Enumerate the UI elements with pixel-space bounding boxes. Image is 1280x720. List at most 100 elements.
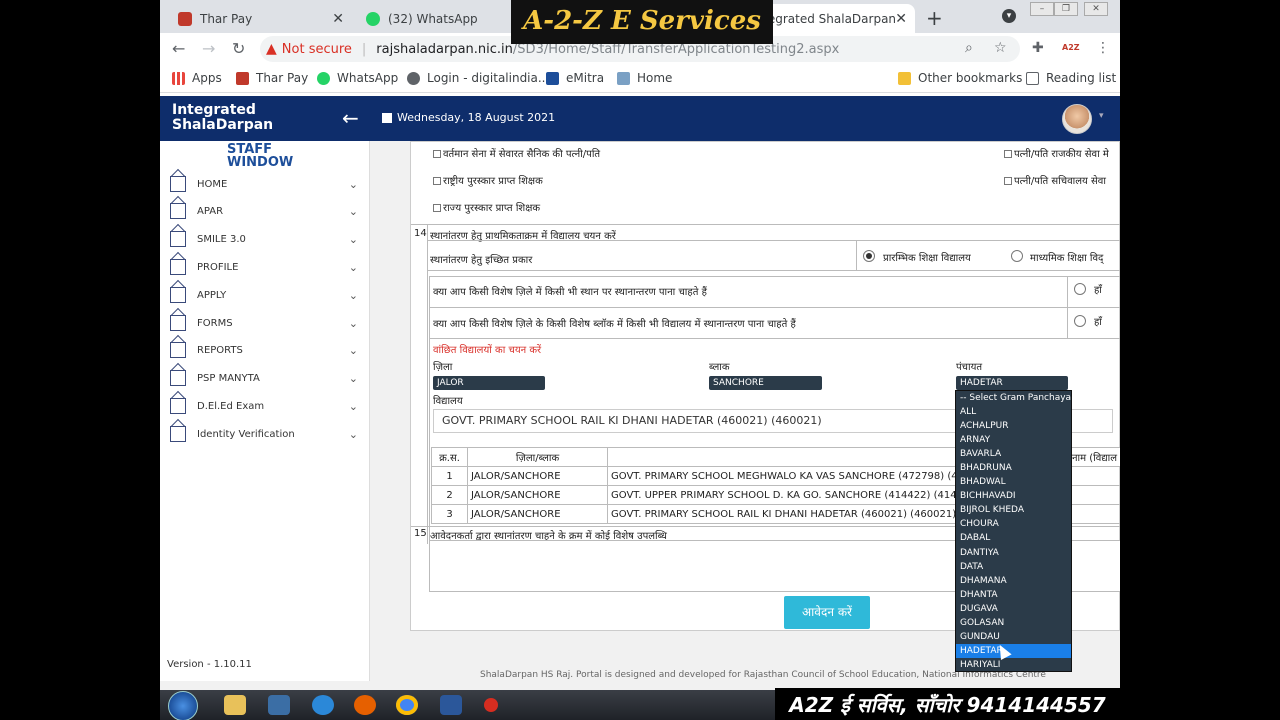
- internet-explorer-icon[interactable]: [312, 695, 334, 715]
- check-national-award[interactable]: राष्ट्रीय पुरस्कार प्राप्त शिक्षक: [433, 173, 543, 187]
- col-district-block: ज़िला/ब्लाक: [467, 447, 608, 467]
- bookmark-digitalindia[interactable]: Login - digitalindia...: [407, 71, 549, 85]
- calendar-icon: [382, 112, 392, 123]
- dropdown-option[interactable]: BIJROL KHEDA: [956, 503, 1071, 517]
- radio-primary-school[interactable]: [863, 250, 875, 262]
- sidebar-item-smile[interactable]: SMILE 3.0 ⌄: [170, 228, 358, 250]
- tab-whatsapp[interactable]: (32) WhatsApp: [356, 4, 532, 33]
- divider: [429, 276, 1120, 277]
- home-icon: [170, 176, 186, 192]
- radio-yes-q2[interactable]: [1074, 315, 1086, 327]
- question-any-location: क्या आप किसी विशेष ज़िले में किसी भी स्थ…: [433, 287, 707, 298]
- header-date: Wednesday, 18 August 2021: [382, 111, 555, 124]
- checkbox[interactable]: [1004, 150, 1012, 158]
- apply-submit-button[interactable]: आवेदन करें: [784, 596, 870, 629]
- dropdown-option[interactable]: ARNAY: [956, 433, 1071, 447]
- dropdown-option[interactable]: BAVARLA: [956, 447, 1071, 461]
- back-icon[interactable]: ←: [172, 39, 185, 58]
- recorder-icon[interactable]: [484, 698, 498, 712]
- start-button-icon[interactable]: [168, 691, 198, 720]
- warning-icon: ▲: [266, 41, 277, 57]
- close-window-icon[interactable]: ✕: [1084, 2, 1108, 16]
- close-tab-icon[interactable]: ✕: [895, 11, 907, 27]
- user-avatar[interactable]: [1062, 104, 1092, 134]
- sidebar-item-deled-exam[interactable]: D.El.Ed Exam ⌄: [170, 395, 358, 417]
- firefox-icon[interactable]: [354, 695, 376, 715]
- reading-list[interactable]: Reading list: [1026, 71, 1116, 85]
- chrome-menu-icon[interactable]: ⋮: [1096, 40, 1110, 56]
- dropdown-option[interactable]: BHADWAL: [956, 475, 1071, 489]
- block-select[interactable]: SANCHORE: [709, 376, 822, 390]
- bookmark-home[interactable]: Home: [617, 71, 672, 85]
- tab-search-icon[interactable]: ▾: [1002, 9, 1016, 23]
- chevron-down-icon[interactable]: ▾: [1099, 111, 1104, 121]
- sidebar-item-identity-verification[interactable]: Identity Verification ⌄: [170, 423, 358, 445]
- file-explorer-icon[interactable]: [224, 695, 246, 715]
- dropdown-option[interactable]: GUNDAU: [956, 630, 1071, 644]
- a2z-extension-icon[interactable]: A2Z: [1062, 43, 1080, 52]
- check-army-spouse[interactable]: वर्तमान सेना में सेवारत सैनिक की पत्नी/प…: [433, 146, 600, 160]
- forward-icon[interactable]: →: [202, 39, 215, 58]
- chevron-down-icon: ⌄: [348, 427, 358, 441]
- tab-title: Thar Pay: [200, 11, 253, 26]
- dropdown-option[interactable]: CHOURA: [956, 517, 1071, 531]
- dropdown-option[interactable]: GOLASAN: [956, 616, 1071, 630]
- dropdown-option-selected[interactable]: HADETAR: [956, 643, 1071, 658]
- tab-thar-pay[interactable]: Thar Pay ✕: [168, 4, 352, 33]
- check-spouse-state-service[interactable]: पत्नी/पति राजकीय सेवा मे: [1004, 146, 1109, 160]
- bookmark-apps[interactable]: Apps: [172, 71, 222, 85]
- sidebar-item-home[interactable]: HOME ⌄: [170, 173, 358, 195]
- dropdown-option[interactable]: ALL: [956, 405, 1071, 419]
- sidebar-item-apply[interactable]: APPLY ⌄: [170, 284, 358, 306]
- reload-icon[interactable]: ↻: [232, 39, 245, 58]
- bookmark-thar-pay[interactable]: Thar Pay: [236, 71, 308, 85]
- bookmark-emitra[interactable]: eMitra: [546, 71, 604, 85]
- checkbox[interactable]: [1004, 177, 1012, 185]
- sidebar-toggle-arrow-icon[interactable]: ←: [342, 106, 359, 130]
- shaladarpan-logo[interactable]: Integrated ShalaDarpan: [172, 103, 273, 133]
- radio-yes-q1[interactable]: [1074, 283, 1086, 295]
- sidebar-item-psp-manyta[interactable]: PSP MANYTA ⌄: [170, 367, 358, 389]
- sidebar-item-apar[interactable]: APAR ⌄: [170, 200, 358, 222]
- radio-secondary-school[interactable]: [1011, 250, 1023, 262]
- dropdown-option[interactable]: BHADRUNA: [956, 461, 1071, 475]
- dropdown-option[interactable]: DATA: [956, 560, 1071, 574]
- panchayat-dropdown-list[interactable]: -- Select Gram Panchayat -- ALL ACHALPUR…: [955, 390, 1072, 672]
- checkbox[interactable]: [433, 150, 441, 158]
- sidebar-item-profile[interactable]: PROFILE ⌄: [170, 256, 358, 278]
- word-icon[interactable]: [440, 695, 462, 715]
- dropdown-option[interactable]: ACHALPUR: [956, 419, 1071, 433]
- divider: [427, 270, 1120, 271]
- bookmark-star-icon[interactable]: ☆: [994, 40, 1007, 56]
- dropdown-option[interactable]: DUGAVA: [956, 602, 1071, 616]
- dropdown-option[interactable]: DHAMANA: [956, 574, 1071, 588]
- dropdown-option[interactable]: HARIYALI: [956, 658, 1071, 671]
- yes-label: हाँ: [1094, 317, 1102, 328]
- minimize-icon[interactable]: –: [1030, 2, 1054, 16]
- panchayat-select[interactable]: HADETAR: [956, 376, 1068, 390]
- checkbox[interactable]: [433, 204, 441, 212]
- dropdown-option[interactable]: DANTIYA: [956, 546, 1071, 560]
- new-tab-icon[interactable]: +: [926, 6, 943, 30]
- dropdown-option[interactable]: BICHHAVADI: [956, 489, 1071, 503]
- restore-icon[interactable]: ❐: [1054, 2, 1078, 16]
- check-state-award[interactable]: राज्य पुरस्कार प्राप्त शिक्षक: [433, 200, 540, 214]
- dropdown-option[interactable]: DABAL: [956, 531, 1071, 545]
- check-spouse-secretariat[interactable]: पत्नी/पति सचिवालय सेवा: [1004, 173, 1106, 187]
- checkbox[interactable]: [433, 177, 441, 185]
- home-icon: [170, 398, 186, 414]
- chrome-icon[interactable]: [396, 695, 418, 715]
- app-icon[interactable]: [268, 695, 290, 715]
- zoom-icon[interactable]: ⌕: [965, 40, 973, 56]
- bookmark-whatsapp[interactable]: WhatsApp: [317, 71, 398, 85]
- chevron-down-icon: ⌄: [348, 288, 358, 302]
- district-select[interactable]: JALOR: [433, 376, 545, 390]
- other-bookmarks[interactable]: Other bookmarks: [898, 71, 1022, 85]
- extensions-icon[interactable]: ✚: [1032, 40, 1044, 56]
- close-tab-icon[interactable]: ✕: [332, 11, 344, 27]
- dropdown-option[interactable]: -- Select Gram Panchayat --: [956, 391, 1071, 405]
- emitra-icon: [546, 71, 559, 85]
- dropdown-option[interactable]: DHANTA: [956, 588, 1071, 602]
- sidebar-item-reports[interactable]: REPORTS ⌄: [170, 339, 358, 361]
- sidebar-item-forms[interactable]: FORMS ⌄: [170, 312, 358, 334]
